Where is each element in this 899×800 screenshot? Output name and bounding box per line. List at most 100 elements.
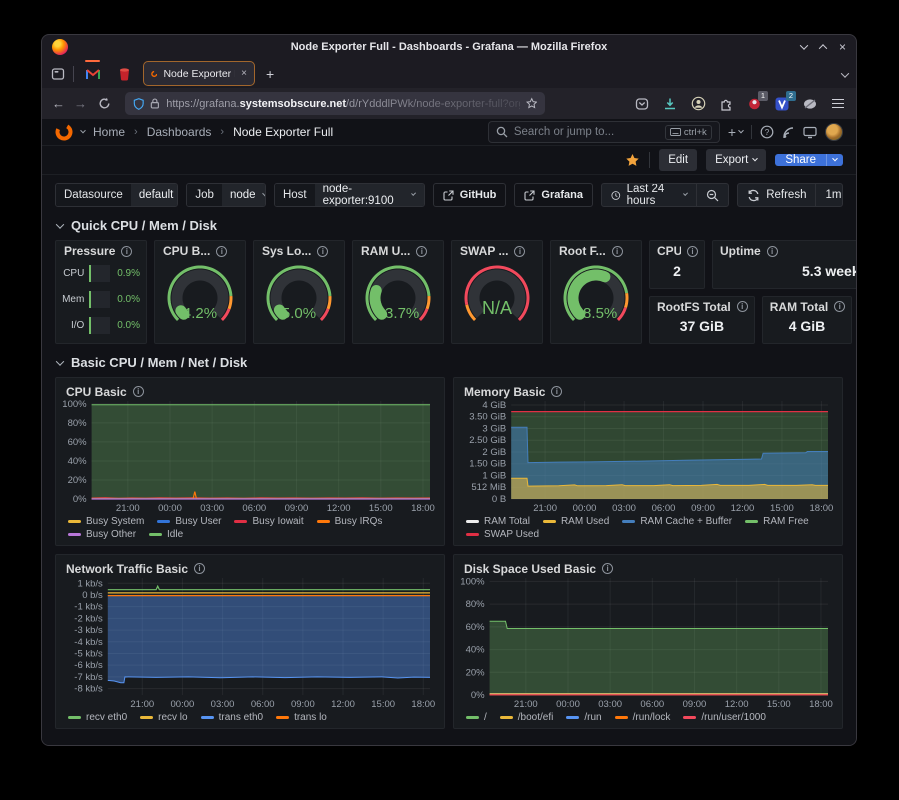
window-maximize-icon[interactable] — [819, 44, 827, 52]
panel-title[interactable]: Pressure — [64, 244, 115, 258]
legend-item[interactable]: Busy System — [68, 516, 144, 527]
legend-item[interactable]: Busy Other — [68, 529, 136, 540]
info-icon[interactable]: i — [514, 246, 525, 257]
legend-item[interactable]: RAM Total — [466, 516, 530, 527]
panel-title[interactable]: Sys Lo... — [262, 244, 311, 258]
plot-area[interactable]: 1 kb/s0 b/s-1 kb/s-2 kb/s-3 kb/s-4 kb/s-… — [60, 575, 436, 710]
refresh-interval-dropdown[interactable]: 1m — [815, 184, 843, 206]
panel-title[interactable]: Memory Basic — [464, 385, 545, 399]
favorite-star-icon[interactable] — [625, 153, 640, 168]
legend-item[interactable]: RAM Cache + Buffer — [622, 516, 732, 527]
section-basic-cpu-mem-net-disk[interactable]: Basic CPU / Mem / Net / Disk — [57, 355, 841, 370]
chart-disk-space-used-basic[interactable]: 100%80%60%40%20%0%21:0000:0003:0006:0009… — [458, 575, 834, 724]
news-rss-icon[interactable] — [782, 126, 795, 139]
info-icon[interactable]: i — [216, 246, 227, 257]
share-button[interactable]: Share — [775, 154, 843, 166]
info-icon[interactable]: i — [834, 301, 845, 312]
extension-blue-icon[interactable]: 2 — [774, 96, 790, 112]
info-icon[interactable]: i — [767, 246, 778, 257]
info-icon[interactable]: i — [737, 301, 748, 312]
legend-item[interactable]: / — [466, 712, 487, 723]
pinned-tab-gmail[interactable] — [81, 62, 105, 86]
search-input[interactable]: Search or jump to... ctrl+k — [488, 121, 720, 143]
panel-title[interactable]: RAM U... — [361, 244, 410, 258]
legend-item[interactable]: trans eth0 — [201, 712, 263, 723]
legend-item[interactable]: recv eth0 — [68, 712, 127, 723]
kiosk-monitor-icon[interactable] — [803, 126, 817, 139]
download-icon[interactable] — [662, 96, 678, 112]
lock-icon[interactable] — [150, 97, 160, 110]
chart-network-traffic-basic[interactable]: 1 kb/s0 b/s-1 kb/s-2 kb/s-3 kb/s-4 kb/s-… — [60, 575, 436, 724]
legend-item[interactable]: RAM Used — [543, 516, 609, 527]
help-icon[interactable]: ? — [760, 125, 774, 139]
bookmark-star-icon[interactable] — [526, 97, 537, 110]
add-new-button[interactable]: + — [728, 124, 743, 140]
url-bar[interactable]: https://grafana.systemsobscure.net/d/rYd… — [125, 92, 545, 115]
info-icon[interactable]: i — [194, 563, 205, 574]
chart-cpu-basic[interactable]: 100%80%60%40%20%0%21:0000:0003:0006:0009… — [60, 398, 436, 541]
window-close-icon[interactable]: × — [839, 41, 846, 53]
back-button[interactable]: ← — [52, 96, 65, 111]
menu-hamburger-icon[interactable] — [830, 96, 846, 112]
legend-item[interactable]: trans lo — [276, 712, 327, 723]
legend-item[interactable]: /run/lock — [615, 712, 671, 723]
plot-area[interactable]: 100%80%60%40%20%0%21:0000:0003:0006:0009… — [60, 398, 436, 514]
account-icon[interactable] — [690, 96, 706, 112]
share-dropdown-chevron-icon[interactable] — [826, 154, 843, 166]
info-icon[interactable]: i — [612, 246, 623, 257]
legend-item[interactable]: /run/user/1000 — [683, 712, 766, 723]
panel-title[interactable]: CPU Basic — [66, 385, 127, 399]
panel-title[interactable]: RAM Total — [770, 300, 828, 314]
plot-area[interactable]: 100%80%60%40%20%0%21:0000:0003:0006:0009… — [458, 575, 834, 710]
panel-title[interactable]: Disk Space Used Basic — [464, 562, 596, 576]
github-link-button[interactable]: GitHub — [433, 183, 507, 207]
legend-item[interactable]: /boot/efi — [500, 712, 554, 723]
window-minimize-icon[interactable] — [800, 41, 808, 49]
legend-item[interactable]: Busy IRQs — [317, 516, 383, 527]
panel-title[interactable]: Root F... — [559, 244, 606, 258]
info-icon[interactable]: i — [416, 246, 427, 257]
legend-item[interactable]: SWAP Used — [466, 529, 539, 540]
grafana-link-button[interactable]: Grafana — [514, 183, 593, 207]
edit-button[interactable]: Edit — [659, 149, 697, 171]
zoom-out-button[interactable] — [696, 184, 728, 206]
host-dropdown[interactable]: Host node-exporter:9100 — [274, 183, 425, 207]
info-icon[interactable]: i — [317, 246, 328, 257]
pinned-tab-red-site[interactable] — [112, 62, 136, 86]
legend-item[interactable]: /run — [566, 712, 601, 723]
shield-icon[interactable] — [133, 97, 144, 111]
panel-title[interactable]: CPU B... — [163, 244, 210, 258]
list-all-tabs-icon[interactable] — [842, 65, 848, 83]
tab-close-icon[interactable]: × — [241, 68, 247, 79]
active-tab[interactable]: Node Exporter Full - Dashbo × — [143, 61, 255, 86]
refresh-button[interactable]: Refresh — [738, 184, 815, 206]
time-range-button[interactable]: Last 24 hours — [602, 184, 696, 206]
chart-memory-basic[interactable]: 4 GiB3.50 GiB3 GiB2.50 GiB2 GiB1.50 GiB1… — [458, 398, 834, 541]
breadcrumb-dashboards[interactable]: Dashboards — [147, 125, 212, 139]
forward-button[interactable]: → — [74, 96, 87, 111]
new-tab-button[interactable]: + — [262, 66, 278, 82]
user-avatar[interactable] — [825, 123, 843, 141]
grafana-logo[interactable] — [55, 123, 73, 141]
info-icon[interactable]: i — [687, 246, 698, 257]
info-icon[interactable]: i — [551, 386, 562, 397]
org-switcher-chevron-icon[interactable] — [80, 128, 86, 134]
breadcrumb-home[interactable]: Home — [93, 125, 125, 139]
export-button[interactable]: Export — [706, 149, 766, 171]
panel-title[interactable]: Uptime — [720, 244, 761, 258]
pocket-icon[interactable] — [634, 96, 650, 112]
panel-title[interactable]: CPU Cores — [657, 244, 681, 258]
datasource-dropdown[interactable]: Datasource default — [55, 183, 178, 207]
section-quick-cpu-mem-disk[interactable]: Quick CPU / Mem / Disk — [57, 218, 841, 233]
panel-title[interactable]: RootFS Total — [657, 300, 731, 314]
extension-red-icon[interactable]: 1 — [746, 96, 762, 112]
legend-item[interactable]: recv lo — [140, 712, 187, 723]
legend-item[interactable]: Idle — [149, 529, 183, 540]
extensions-puzzle-icon[interactable] — [718, 96, 734, 112]
panel-title[interactable]: Network Traffic Basic — [66, 562, 188, 576]
legend-item[interactable]: Busy Iowait — [234, 516, 303, 527]
firefox-view-icon[interactable] — [50, 66, 66, 82]
extension-gray-icon[interactable] — [802, 96, 818, 112]
job-dropdown[interactable]: Job node — [186, 183, 266, 207]
info-icon[interactable]: i — [121, 246, 132, 257]
